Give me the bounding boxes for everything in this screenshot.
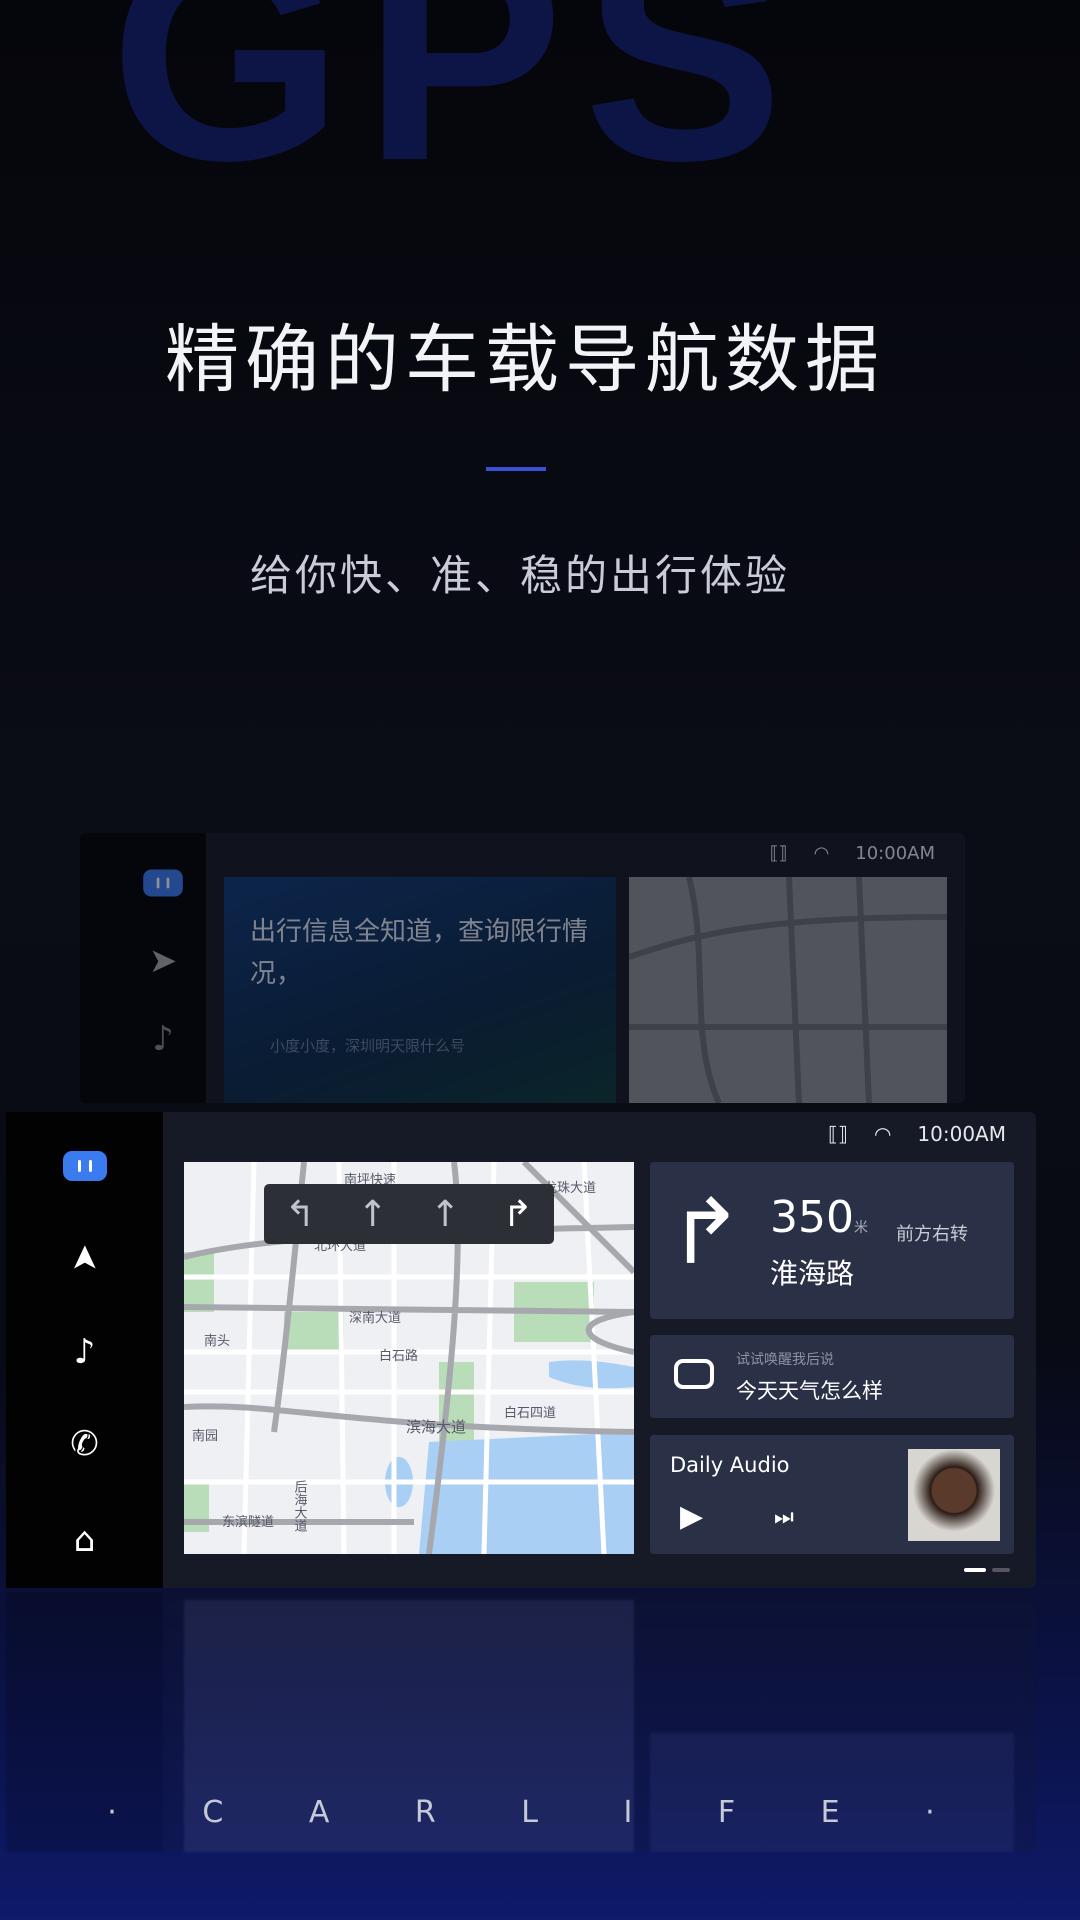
- next-track-button[interactable]: ⏭: [774, 1505, 794, 1530]
- sidebar: ➤ ♪ ✆ ⌂: [6, 1112, 163, 1588]
- ghost-map[interactable]: [628, 876, 948, 1103]
- map-label: 后海大道: [292, 1480, 308, 1532]
- card-hint: 小度小度，深圳明天限什么号: [270, 1037, 466, 1055]
- map-label: 白石路: [379, 1348, 418, 1364]
- ghost-map-roads: [628, 876, 948, 1103]
- navigation-icon: ➤: [64, 1243, 105, 1273]
- map-view[interactable]: 南坪快速 龙珠大道 北环大道 深南大道 南头 白石路 白石四道 滨海大道 南园 …: [184, 1162, 634, 1554]
- wifi-icon: ◠: [813, 843, 830, 864]
- sidebar-item-voice[interactable]: [6, 1150, 163, 1190]
- media-title: Daily Audio: [670, 1453, 790, 1477]
- lane-straight-icon: ↑: [357, 1193, 388, 1235]
- voice-info-card[interactable]: 出行信息全知道，查询限行情况， 小度小度，深圳明天限什么号: [224, 877, 616, 1103]
- ghost-sidebar: ➤ ♪: [80, 833, 206, 1103]
- ghost-status-bar: ⟦⟧ ◠ 10:00AM: [770, 843, 935, 864]
- media-card[interactable]: Daily Audio ▶ ⏭: [650, 1435, 1014, 1554]
- background-screen: ➤ ♪ ⟦⟧ ◠ 10:00AM 出行信息全知道，查询限行情况， 小度小度，深圳…: [80, 833, 965, 1103]
- album-art: [908, 1449, 1000, 1541]
- voice-suggestion-card[interactable]: 试试唤醒我后说 今天天气怎么样: [650, 1335, 1014, 1418]
- gps-watermark: GPS: [110, 0, 804, 223]
- wifi-icon: ◠: [873, 1122, 892, 1146]
- map-label: 深南大道: [349, 1310, 401, 1326]
- turn-instruction-card[interactable]: ↱ 350米 前方右转 淮海路: [650, 1162, 1014, 1319]
- sidebar-item-navigation[interactable]: ➤: [6, 1238, 163, 1278]
- voice-query: 今天天气怎么样: [736, 1379, 883, 1403]
- lane-right-icon: ↱: [502, 1193, 533, 1235]
- page-title: 精确的车载导航数据: [165, 317, 885, 403]
- map-label: 白石四道: [504, 1405, 556, 1421]
- lane-left-icon: ↰: [285, 1193, 316, 1235]
- sidebar-item-home[interactable]: ⌂: [6, 1520, 163, 1560]
- map-label: 东滨隧道: [222, 1514, 274, 1530]
- turn-right-icon: ↱: [668, 1180, 744, 1285]
- sidebar-item-music[interactable]: ♪: [6, 1332, 163, 1372]
- turn-action: 前方右转: [896, 1224, 968, 1245]
- voice-assistant-icon: [143, 869, 183, 897]
- page-subtitle: 给你快、准、稳的出行体验: [249, 551, 790, 600]
- lane-straight-icon: ↑: [430, 1193, 461, 1235]
- carlife-home-screen: ➤ ♪ ✆ ⌂ ⟦⟧ ◠ 10:00AM 南坪快速 龙珠大道 北环大道 深南大道…: [6, 1112, 1036, 1588]
- map-label: 南园: [192, 1428, 218, 1444]
- pager-dot[interactable]: [992, 1568, 1010, 1572]
- sidebar-item-phone[interactable]: ✆: [6, 1424, 163, 1464]
- navigation-icon: ➤: [148, 941, 178, 981]
- status-bar: ⟦⟧ ◠ 10:00AM: [828, 1122, 1006, 1146]
- map-label: 南头: [204, 1333, 230, 1349]
- music-icon: ♪: [73, 1332, 96, 1372]
- voice-hint: 试试唤醒我后说: [736, 1352, 834, 1368]
- carlife-connect-icon: ⟦⟧: [769, 843, 788, 864]
- voice-assistant-icon: [62, 1151, 107, 1181]
- title-divider: [486, 467, 546, 471]
- status-time: 10:00AM: [917, 1122, 1006, 1146]
- distance-unit: 米: [853, 1220, 868, 1236]
- carlife-connect-icon: ⟦⟧: [828, 1122, 848, 1146]
- card-headline: 出行信息全知道，查询限行情况，: [250, 917, 589, 989]
- play-button[interactable]: ▶: [680, 1499, 703, 1534]
- brand-footer: · C A R L I F E ·: [107, 1795, 973, 1830]
- pager-dot-active[interactable]: [964, 1568, 986, 1572]
- voice-assistant-icon: [674, 1359, 714, 1389]
- phone-icon: ✆: [70, 1424, 99, 1464]
- turn-distance: 350: [770, 1192, 854, 1243]
- lane-guidance: ↰ ↑ ↑ ↱: [264, 1184, 554, 1244]
- music-icon: ♪: [152, 1019, 174, 1059]
- status-time: 10:00AM: [855, 843, 935, 864]
- home-icon: ⌂: [73, 1520, 96, 1560]
- road-name: 淮海路: [770, 1257, 855, 1290]
- map-label: 滨海大道: [406, 1418, 466, 1436]
